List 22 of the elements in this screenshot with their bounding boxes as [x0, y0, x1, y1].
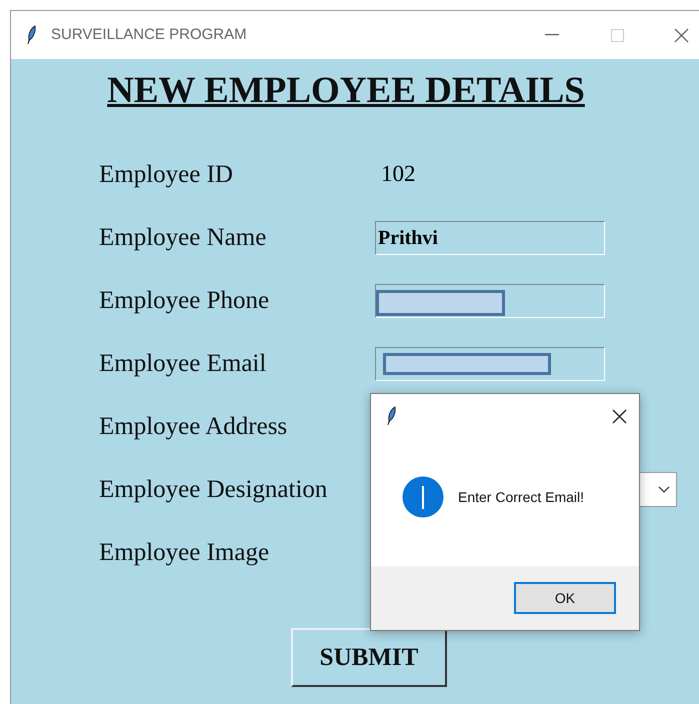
feather-icon: [27, 25, 37, 45]
close-icon[interactable]: [674, 28, 689, 42]
field-label: Employee Email: [99, 348, 268, 379]
field-label: Employee Designation: [99, 474, 328, 505]
close-icon[interactable]: [612, 408, 627, 424]
field-label: Employee Name: [99, 222, 268, 253]
field-value: 102: [381, 160, 416, 188]
info-icon: [402, 476, 444, 518]
field-label: Employee ID: [99, 160, 234, 190]
field-label: Employee Phone: [99, 286, 270, 316]
input-field[interactable]: [375, 284, 605, 318]
chevron-down-icon: [658, 486, 670, 494]
ok-button[interactable]: OK: [514, 582, 616, 614]
field-label: Employee Address: [99, 412, 288, 442]
feather-icon: [387, 406, 397, 426]
input-field[interactable]: [375, 346, 605, 380]
minimize-icon[interactable]: [545, 34, 559, 36]
window-title: SURVEILLANCE PROGRAM: [51, 24, 247, 45]
field-label: Employee Image: [99, 538, 270, 568]
dialog-message: Enter Correct Email!: [458, 488, 584, 506]
page-heading: NEW EMPLOYEE DETAILS: [107, 69, 585, 113]
input-field[interactable]: Prithvi: [375, 220, 605, 254]
